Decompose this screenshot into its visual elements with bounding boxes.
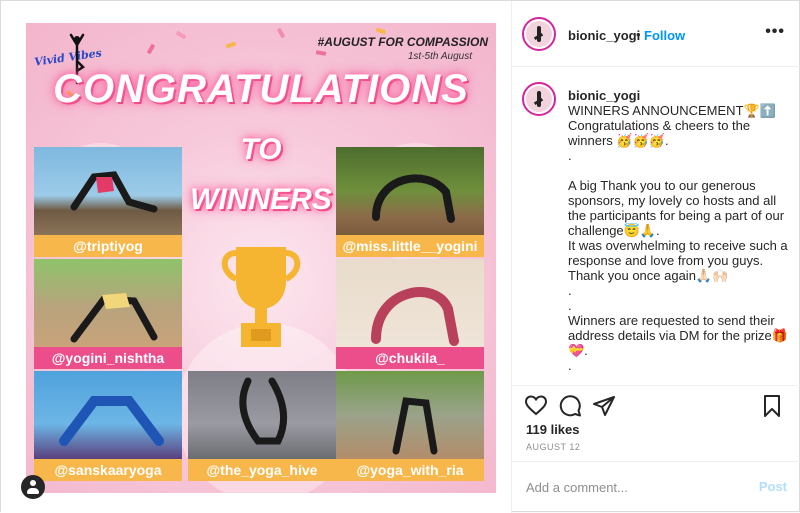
separator-dot: • — [636, 27, 641, 42]
caption-line: . — [568, 298, 572, 313]
comment-input[interactable] — [526, 476, 736, 498]
header-username[interactable]: bionic_yogi — [568, 28, 640, 43]
confetti — [175, 30, 187, 40]
caption-line: It was overwhelming to receive such a re… — [568, 238, 788, 283]
headline-winners: WINNERS — [190, 183, 332, 216]
caption-line: Congratulations & cheers to the winners … — [568, 118, 751, 148]
caption-line: A big Thank you to our generous sponsors… — [568, 178, 785, 238]
winner-tag: @triptiyog — [34, 235, 182, 257]
more-options-icon[interactable]: ••• — [765, 23, 785, 41]
trophy-icon — [221, 247, 301, 347]
comment-icon[interactable] — [558, 394, 582, 418]
winner-photo — [188, 371, 336, 459]
winner-tag: @sanskaaryoga — [34, 459, 182, 481]
avatar[interactable] — [522, 17, 556, 51]
confetti — [225, 41, 237, 49]
caption-line: . — [568, 148, 572, 163]
headline-to: TO — [240, 133, 282, 166]
share-icon[interactable] — [592, 394, 616, 418]
winner-card[interactable]: @yogini_nishtha — [34, 259, 182, 369]
caption-area: bionic_yogi WINNERS ANNOUNCEMENT🏆⬆️ Cong… — [512, 68, 800, 384]
winner-tag: @yoga_with_ria — [336, 459, 484, 481]
winner-card[interactable]: @triptiyog — [34, 147, 182, 257]
comment-bar: Post — [512, 461, 800, 513]
event-dates: 1st-5th August — [407, 51, 472, 62]
winner-card[interactable]: @chukila_ — [336, 259, 484, 369]
hashtag-title: #AUGUST FOR COMPASSION — [317, 35, 488, 49]
post-header: bionic_yogi • Follow ••• — [512, 1, 800, 67]
caption-line: . — [568, 358, 572, 373]
winner-tag: @chukila_ — [336, 347, 484, 369]
caption-username[interactable]: bionic_yogi — [568, 88, 640, 103]
follow-button[interactable]: Follow — [644, 28, 685, 43]
winner-photo — [336, 147, 484, 235]
instagram-post-modal: Vivid Vibes #AUGUST FOR COMPASSION 1st-5… — [0, 0, 800, 513]
winner-photo — [336, 371, 484, 459]
confetti — [315, 50, 327, 56]
action-bar: 119 likes AUGUST 12 — [512, 385, 800, 461]
winner-card[interactable]: @yoga_with_ria — [336, 371, 484, 481]
winner-photo — [34, 147, 182, 235]
like-heart-icon[interactable] — [524, 394, 548, 418]
confetti — [146, 43, 156, 55]
winner-photo — [34, 371, 182, 459]
likes-count[interactable]: 119 likes — [526, 422, 580, 437]
post-comment-button[interactable]: Post — [759, 479, 787, 494]
winner-photo — [336, 259, 484, 347]
winner-tag: @miss.little__yogini — [336, 235, 484, 257]
post-date[interactable]: AUGUST 12 — [526, 442, 580, 452]
caption-line: Winners are requested to send their addr… — [568, 313, 788, 358]
caption-line: . — [568, 283, 572, 298]
caption-line — [568, 163, 790, 178]
winner-tag: @the_yoga_hive — [188, 459, 336, 481]
caption-text: WINNERS ANNOUNCEMENT🏆⬆️ Congratulations … — [568, 103, 790, 373]
caption-line: WINNERS ANNOUNCEMENT🏆⬆️ — [568, 103, 776, 118]
winner-photo — [34, 259, 182, 347]
winner-card[interactable]: @sanskaaryoga — [34, 371, 182, 481]
winner-tag: @yogini_nishtha — [34, 347, 182, 369]
caption-avatar[interactable] — [522, 82, 556, 116]
post-image[interactable]: Vivid Vibes #AUGUST FOR COMPASSION 1st-5… — [26, 23, 496, 493]
headline: CONGRATULATIONS — [53, 67, 469, 111]
post-side-panel: bionic_yogi • Follow ••• bionic_yogi WIN… — [511, 1, 800, 513]
confetti — [375, 27, 387, 35]
tagged-users-icon[interactable] — [21, 475, 45, 499]
save-bookmark-icon[interactable] — [760, 394, 784, 418]
winner-card[interactable]: @miss.little__yogini — [336, 147, 484, 257]
post-image-panel: Vivid Vibes #AUGUST FOR COMPASSION 1st-5… — [1, 1, 511, 513]
confetti — [276, 27, 286, 39]
winner-card[interactable]: @the_yoga_hive — [188, 371, 336, 481]
